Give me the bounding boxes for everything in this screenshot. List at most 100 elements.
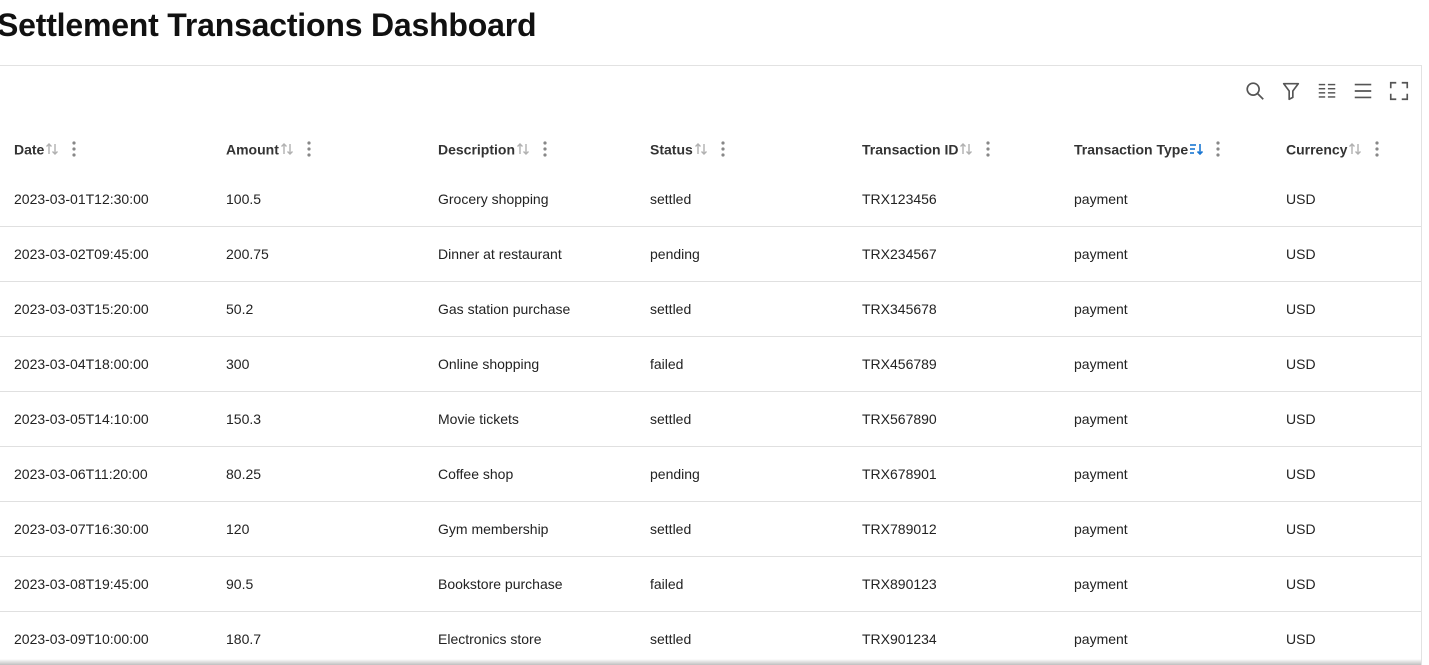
table-row[interactable]: 2023-03-01T12:30:00100.5Grocery shopping…: [0, 172, 1421, 227]
sort-icon[interactable]: [280, 142, 294, 156]
date-cell: 2023-03-03T15:20:00: [0, 282, 212, 337]
date-cell: 2023-03-02T09:45:00: [0, 227, 212, 282]
amount-cell: 50.2: [212, 282, 424, 337]
fullscreen-icon: [1388, 80, 1410, 102]
transaction-id-cell: TRX567890: [848, 392, 1060, 447]
column-menu-icon[interactable]: [302, 140, 316, 158]
transaction-type-cell: payment: [1060, 392, 1272, 447]
transaction-type-cell: payment: [1060, 282, 1272, 337]
column-menu-icon[interactable]: [67, 140, 81, 158]
currency-cell: USD: [1272, 282, 1421, 337]
data-table-panel: Date Amount Description StatusTransaction I…: [0, 65, 1422, 665]
column-menu-icon[interactable]: [716, 140, 730, 158]
page-title: Settlement Transactions Dashboard: [0, 4, 536, 46]
amount-cell: 100.5: [212, 172, 424, 227]
description-cell: Electronics store: [424, 612, 636, 665]
amount-cell: 90.5: [212, 557, 424, 612]
sort-icon[interactable]: [45, 142, 59, 156]
transaction-type-cell: payment: [1060, 447, 1272, 502]
sort-icon[interactable]: [694, 142, 708, 156]
date-cell: 2023-03-04T18:00:00: [0, 337, 212, 392]
column-header[interactable]: Transaction Type: [1060, 126, 1272, 172]
filter-icon: [1280, 80, 1302, 102]
header-row: Date Amount Description StatusTransaction I…: [0, 126, 1421, 172]
column-header[interactable]: Description: [424, 126, 636, 172]
status-cell: settled: [636, 392, 848, 447]
search-button[interactable]: [1243, 79, 1267, 103]
column-header[interactable]: Date: [0, 126, 212, 172]
table-row[interactable]: 2023-03-04T18:00:00300Online shoppingfai…: [0, 337, 1421, 392]
date-cell: 2023-03-08T19:45:00: [0, 557, 212, 612]
column-menu-icon[interactable]: [538, 140, 552, 158]
status-cell: failed: [636, 557, 848, 612]
column-header-label: Description: [438, 141, 515, 157]
transactions-table: Date Amount Description StatusTransaction I…: [0, 126, 1421, 665]
amount-cell: 300: [212, 337, 424, 392]
status-cell: settled: [636, 502, 848, 557]
currency-cell: USD: [1272, 392, 1421, 447]
currency-cell: USD: [1272, 612, 1421, 665]
density-button[interactable]: [1351, 79, 1375, 103]
fullscreen-button[interactable]: [1387, 79, 1411, 103]
column-header[interactable]: Amount: [212, 126, 424, 172]
column-header-label: Amount: [226, 141, 279, 157]
column-menu-icon[interactable]: [1211, 140, 1225, 158]
status-cell: settled: [636, 612, 848, 665]
date-cell: 2023-03-01T12:30:00: [0, 172, 212, 227]
table-body: 2023-03-01T12:30:00100.5Grocery shopping…: [0, 172, 1421, 665]
column-menu-icon[interactable]: [981, 140, 995, 158]
date-cell: 2023-03-07T16:30:00: [0, 502, 212, 557]
column-header[interactable]: Status: [636, 126, 848, 172]
density-icon: [1352, 80, 1374, 102]
description-cell: Gym membership: [424, 502, 636, 557]
filter-button[interactable]: [1279, 79, 1303, 103]
currency-cell: USD: [1272, 447, 1421, 502]
transaction-type-cell: payment: [1060, 337, 1272, 392]
description-cell: Movie tickets: [424, 392, 636, 447]
amount-cell: 200.75: [212, 227, 424, 282]
table-row[interactable]: 2023-03-06T11:20:0080.25Coffee shoppendi…: [0, 447, 1421, 502]
column-header-label: Date: [14, 141, 44, 157]
date-cell: 2023-03-05T14:10:00: [0, 392, 212, 447]
sort-icon[interactable]: [959, 142, 973, 156]
transaction-id-cell: TRX678901: [848, 447, 1060, 502]
description-cell: Grocery shopping: [424, 172, 636, 227]
transaction-id-cell: TRX789012: [848, 502, 1060, 557]
table-row[interactable]: 2023-03-07T16:30:00120Gym membershipsett…: [0, 502, 1421, 557]
table-row[interactable]: 2023-03-05T14:10:00150.3Movie ticketsset…: [0, 392, 1421, 447]
currency-cell: USD: [1272, 227, 1421, 282]
amount-cell: 80.25: [212, 447, 424, 502]
currency-cell: USD: [1272, 557, 1421, 612]
status-cell: pending: [636, 227, 848, 282]
status-cell: pending: [636, 447, 848, 502]
sort-icon[interactable]: [516, 142, 530, 156]
amount-cell: 120: [212, 502, 424, 557]
columns-icon: [1316, 80, 1338, 102]
column-header[interactable]: Currency: [1272, 126, 1421, 172]
transaction-type-cell: payment: [1060, 227, 1272, 282]
table-toolbar: [1243, 79, 1411, 103]
transaction-type-cell: payment: [1060, 172, 1272, 227]
column-header-label: Currency: [1286, 141, 1347, 157]
table-row[interactable]: 2023-03-02T09:45:00200.75Dinner at resta…: [0, 227, 1421, 282]
status-cell: settled: [636, 282, 848, 337]
sort-active-icon[interactable]: [1189, 142, 1203, 156]
currency-cell: USD: [1272, 502, 1421, 557]
table-row[interactable]: 2023-03-09T10:00:00180.7Electronics stor…: [0, 612, 1421, 665]
table-row[interactable]: 2023-03-03T15:20:0050.2Gas station purch…: [0, 282, 1421, 337]
description-cell: Coffee shop: [424, 447, 636, 502]
currency-cell: USD: [1272, 172, 1421, 227]
sort-icon[interactable]: [1348, 142, 1362, 156]
table-row[interactable]: 2023-03-08T19:45:0090.5Bookstore purchas…: [0, 557, 1421, 612]
currency-cell: USD: [1272, 337, 1421, 392]
description-cell: Bookstore purchase: [424, 557, 636, 612]
transaction-id-cell: TRX123456: [848, 172, 1060, 227]
date-cell: 2023-03-09T10:00:00: [0, 612, 212, 665]
transaction-id-cell: TRX234567: [848, 227, 1060, 282]
columns-button[interactable]: [1315, 79, 1339, 103]
column-header[interactable]: Transaction ID: [848, 126, 1060, 172]
scroll-shadow: [0, 659, 1421, 665]
column-menu-icon[interactable]: [1370, 140, 1384, 158]
transaction-id-cell: TRX901234: [848, 612, 1060, 665]
status-cell: settled: [636, 172, 848, 227]
